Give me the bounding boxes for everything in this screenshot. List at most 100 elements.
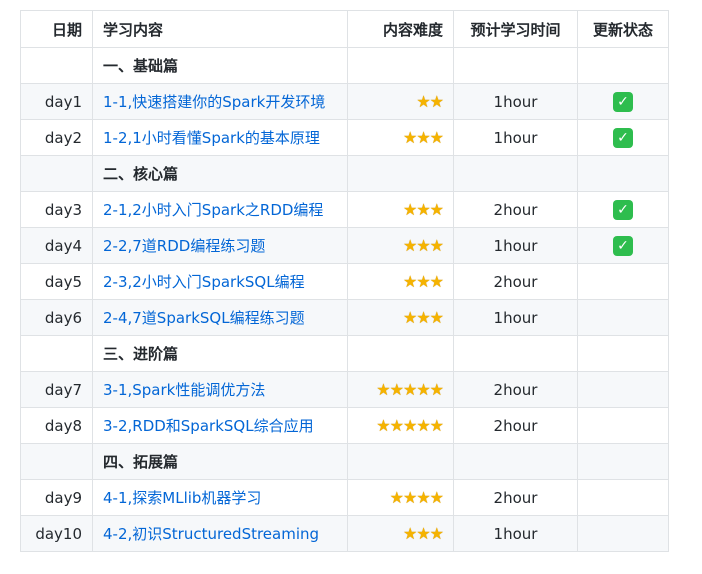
- star-icon: ★: [416, 272, 430, 291]
- section-row: 三、进阶篇: [20, 335, 669, 372]
- table-row: day1 1-1,快速搭建你的Spark开发环境 ★★ 1hour ✓: [20, 83, 669, 120]
- lesson-link[interactable]: 2-2,7道RDD编程练习题: [103, 237, 265, 255]
- study-plan-table: 日期 学习内容 内容难度 预计学习时间 更新状态 一、基础篇 day1 1-1,快速…: [20, 10, 669, 552]
- section-title: 三、进阶篇: [92, 335, 348, 372]
- date-cell: day8: [20, 407, 93, 444]
- star-icon: ★: [416, 236, 430, 255]
- star-icon: ★: [429, 308, 444, 327]
- star-icon: ★: [416, 92, 430, 111]
- difficulty-cell: ★★★: [347, 299, 454, 336]
- status-cell: [577, 407, 669, 444]
- header-date: 日期: [20, 10, 93, 48]
- status-cell: ✓: [577, 119, 669, 156]
- star-icon: ★: [416, 416, 430, 435]
- difficulty-stars: ★★★: [403, 308, 444, 327]
- section-title: 四、拓展篇: [92, 443, 348, 480]
- time-cell: [453, 47, 578, 84]
- content-cell: 2-3,2小时入门SparkSQL编程: [92, 263, 348, 300]
- table-row: day2 1-2,1小时看懂Spark的基本原理 ★★★ 1hour ✓: [20, 119, 669, 156]
- section-title: 一、基础篇: [92, 47, 348, 84]
- star-icon: ★: [402, 380, 417, 399]
- check-mark-icon: ✓: [613, 91, 633, 112]
- lesson-link[interactable]: 2-3,2小时入门SparkSQL编程: [103, 273, 305, 291]
- date-cell: [20, 443, 93, 480]
- status-cell: [577, 515, 669, 552]
- lesson-link[interactable]: 4-1,探索MLlib机器学习: [103, 489, 261, 507]
- date-cell: [20, 335, 93, 372]
- header-row: 日期 学习内容 内容难度 预计学习时间 更新状态: [20, 10, 669, 48]
- status-cell: ✓: [577, 227, 669, 264]
- lesson-link[interactable]: 4-2,初识StructuredStreaming: [103, 525, 319, 543]
- star-icon: ★: [429, 488, 444, 507]
- difficulty-stars: ★★★: [403, 524, 444, 543]
- content-cell: 1-1,快速搭建你的Spark开发环境: [92, 83, 348, 120]
- star-icon: ★: [429, 200, 444, 219]
- difficulty-cell: ★★★: [347, 515, 454, 552]
- time-cell: 1hour: [453, 83, 578, 120]
- star-icon: ★: [416, 200, 430, 219]
- difficulty-cell: ★★: [347, 83, 454, 120]
- table-row: day7 3-1,Spark性能调优方法 ★★★★★ 2hour: [20, 371, 669, 408]
- star-icon: ★: [429, 380, 444, 399]
- table-row: day9 4-1,探索MLlib机器学习 ★★★★ 2hour: [20, 479, 669, 516]
- difficulty-cell: [347, 443, 454, 480]
- date-cell: [20, 155, 93, 192]
- difficulty-stars: ★★: [416, 92, 444, 111]
- content-cell: 2-4,7道SparkSQL编程练习题: [92, 299, 348, 336]
- star-icon: ★: [402, 488, 417, 507]
- date-cell: day9: [20, 479, 93, 516]
- header-difficulty: 内容难度: [347, 10, 454, 48]
- status-cell: ✓: [577, 191, 669, 228]
- date-cell: day2: [20, 119, 93, 156]
- date-cell: day5: [20, 263, 93, 300]
- status-cell: [577, 47, 669, 84]
- difficulty-cell: ★★★: [347, 263, 454, 300]
- date-cell: day4: [20, 227, 93, 264]
- lesson-link[interactable]: 2-1,2小时入门Spark之RDD编程: [103, 201, 323, 219]
- difficulty-stars: ★★★: [402, 272, 444, 291]
- time-cell: [453, 335, 578, 372]
- lesson-link[interactable]: 1-1,快速搭建你的Spark开发环境: [103, 93, 325, 111]
- time-cell: 2hour: [453, 371, 578, 408]
- lesson-link[interactable]: 3-2,RDD和SparkSQL综合应用: [103, 417, 314, 435]
- star-icon: ★: [416, 488, 430, 507]
- star-icon: ★: [416, 308, 430, 327]
- check-mark-icon: ✓: [613, 235, 633, 256]
- status-cell: [577, 155, 669, 192]
- status-cell: [577, 263, 669, 300]
- star-icon: ★: [416, 380, 430, 399]
- table-row: day5 2-3,2小时入门SparkSQL编程 ★★★ 2hour: [20, 263, 669, 300]
- table-body: 一、基础篇 day1 1-1,快速搭建你的Spark开发环境 ★★ 1hour ✓ day2…: [20, 47, 669, 552]
- star-icon: ★: [429, 272, 444, 291]
- difficulty-cell: [347, 155, 454, 192]
- content-cell: 4-2,初识StructuredStreaming: [92, 515, 348, 552]
- difficulty-stars: ★★★★: [390, 488, 444, 507]
- header-status: 更新状态: [577, 10, 669, 48]
- time-cell: 1hour: [453, 119, 578, 156]
- star-icon: ★: [402, 128, 417, 147]
- star-icon: ★: [402, 416, 417, 435]
- status-cell: [577, 479, 669, 516]
- star-icon: ★: [429, 524, 444, 543]
- star-icon: ★: [402, 272, 417, 291]
- difficulty-cell: ★★★★★: [347, 407, 454, 444]
- table-row: day4 2-2,7道RDD编程练习题 ★★★ 1hour ✓: [20, 227, 669, 264]
- star-icon: ★: [389, 416, 404, 435]
- check-mark-icon: ✓: [613, 127, 633, 148]
- difficulty-cell: ★★★: [347, 227, 454, 264]
- lesson-link[interactable]: 1-2,1小时看懂Spark的基本原理: [103, 129, 320, 147]
- status-cell: [577, 299, 669, 336]
- star-icon: ★: [416, 524, 430, 543]
- time-cell: 2hour: [453, 191, 578, 228]
- section-row: 二、核心篇: [20, 155, 669, 192]
- time-cell: [453, 443, 578, 480]
- lesson-link[interactable]: 3-1,Spark性能调优方法: [103, 381, 265, 399]
- star-icon: ★: [402, 200, 417, 219]
- star-icon: ★: [376, 416, 390, 435]
- content-cell: 3-2,RDD和SparkSQL综合应用: [92, 407, 348, 444]
- difficulty-cell: ★★★★: [347, 479, 454, 516]
- time-cell: 1hour: [453, 299, 578, 336]
- lesson-link[interactable]: 2-4,7道SparkSQL编程练习题: [103, 309, 305, 327]
- star-icon: ★: [376, 380, 390, 399]
- date-cell: day6: [20, 299, 93, 336]
